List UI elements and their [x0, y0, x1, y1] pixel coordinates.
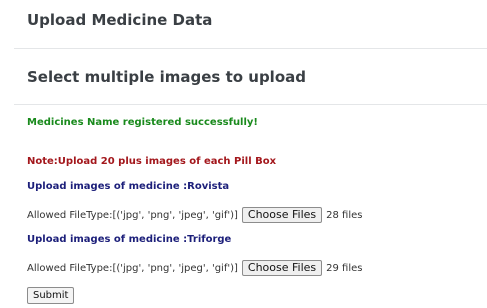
file-count: 28 files	[326, 209, 363, 221]
header-divider	[14, 48, 487, 49]
allowed-filetypes: Allowed FileType:[('jpg', 'png', 'jpeg',…	[27, 209, 238, 221]
upload-note: Note:Upload 20 plus images of each Pill …	[27, 156, 277, 167]
success-message: Medicines Name registered successfully!	[27, 117, 258, 128]
page-title: Upload Medicine Data	[27, 11, 213, 29]
file-count: 29 files	[326, 262, 363, 274]
upload-page: Upload Medicine Data Select multiple ima…	[0, 0, 487, 308]
upload-label-triforge: Upload images of medicine :Triforge	[27, 234, 232, 245]
section-title: Select multiple images to upload	[27, 68, 306, 86]
submit-button[interactable]: Submit	[27, 287, 75, 304]
section-divider	[14, 104, 487, 105]
allowed-filetypes: Allowed FileType:[('jpg', 'png', 'jpeg',…	[27, 262, 238, 274]
choose-files-button-rovista[interactable]: Choose Files	[241, 207, 323, 223]
file-input-row-triforge: Allowed FileType:[('jpg', 'png', 'jpeg',…	[27, 260, 363, 276]
choose-files-button-triforge[interactable]: Choose Files	[241, 260, 323, 276]
file-input-row-rovista: Allowed FileType:[('jpg', 'png', 'jpeg',…	[27, 207, 363, 223]
upload-label-rovista: Upload images of medicine :Rovista	[27, 181, 230, 192]
